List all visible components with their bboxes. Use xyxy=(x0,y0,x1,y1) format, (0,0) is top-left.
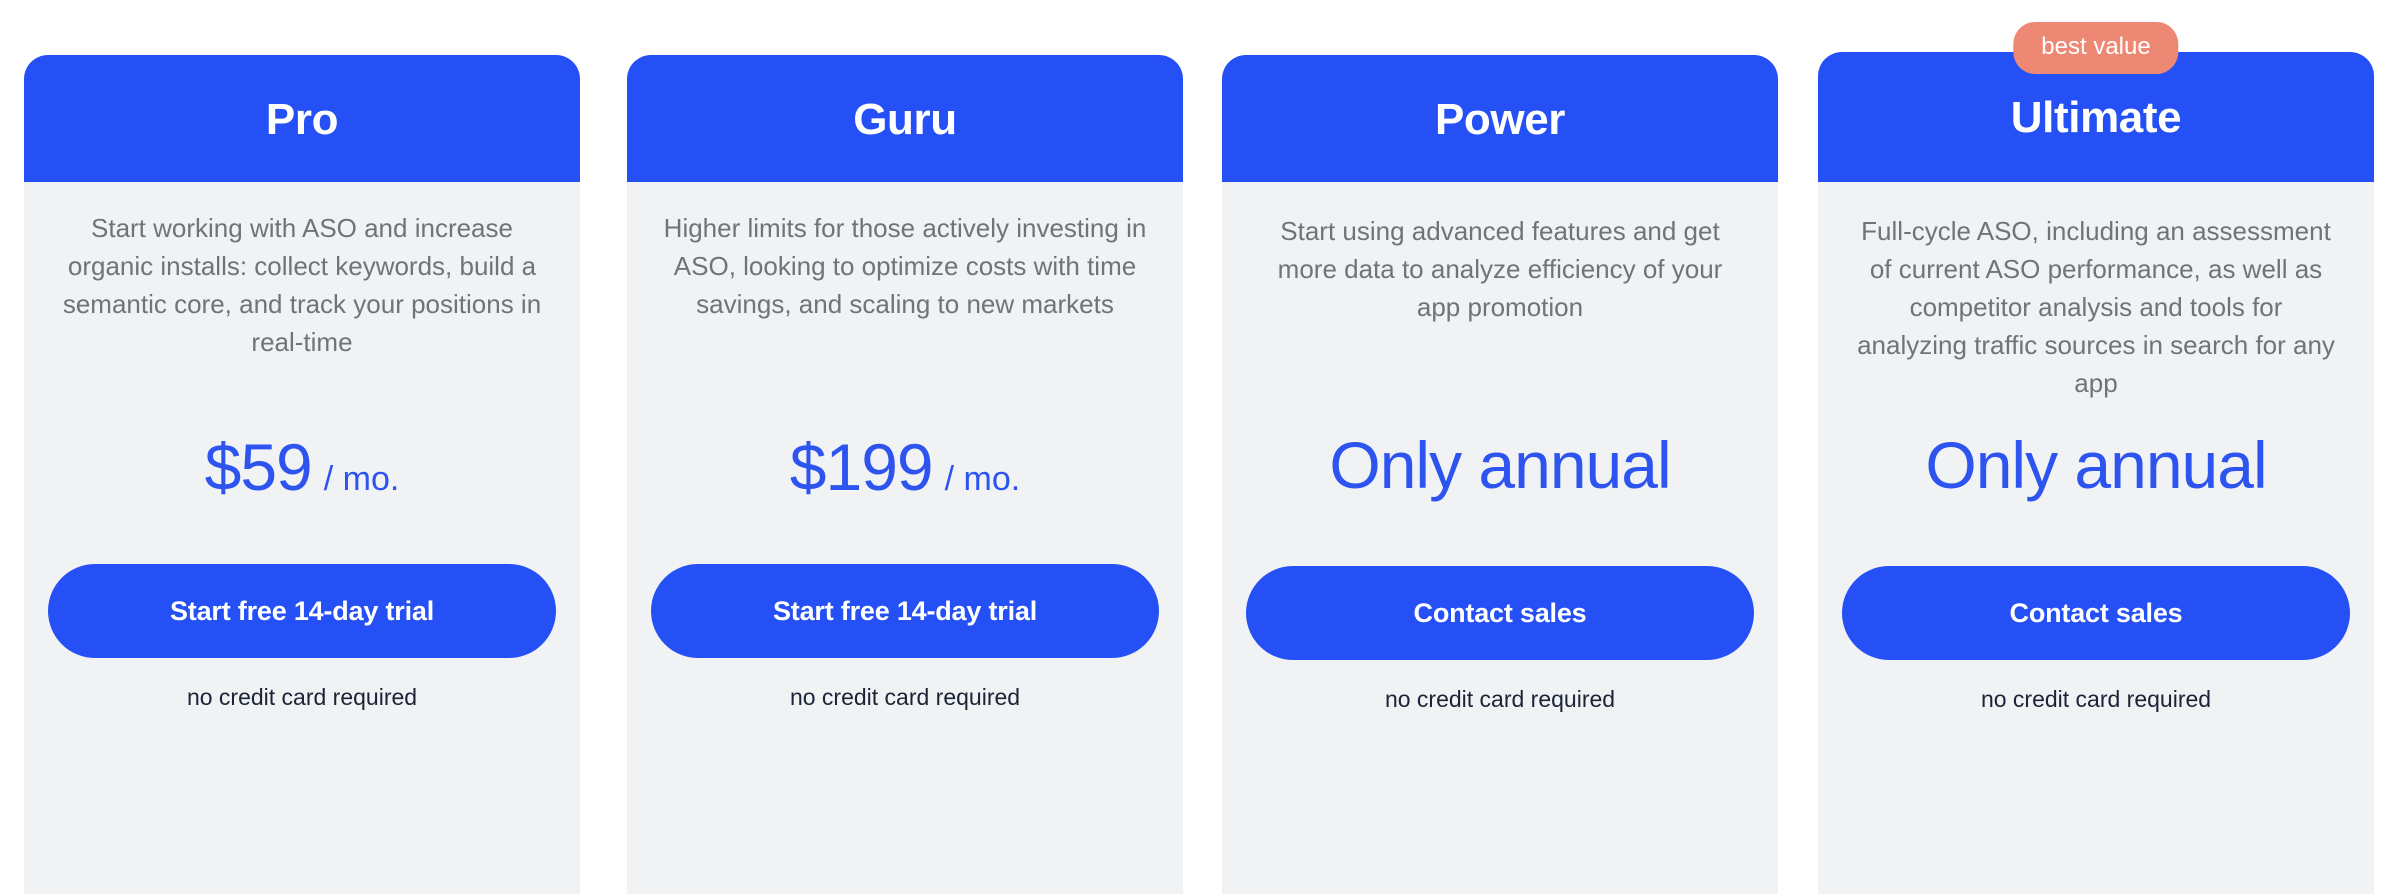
plan-title-pro: Pro xyxy=(265,94,339,144)
price-amount-ultimate: Only annual xyxy=(1925,428,2267,502)
price-period-pro: / mo. xyxy=(323,460,400,498)
card-header-ultimate: best value Ultimate xyxy=(1818,22,2374,182)
card-header-guru: Guru xyxy=(627,55,1183,182)
pricing-card-pro[interactable]: Pro Start working with ASO and increase … xyxy=(24,55,580,894)
plan-description-power: Start using advanced features and get mo… xyxy=(1277,216,1723,322)
cta-button-pro[interactable]: Start free 14-day trial xyxy=(48,564,556,658)
card-header-power: Power xyxy=(1222,55,1778,182)
plan-description-pro: Start working with ASO and increase orga… xyxy=(62,213,542,357)
price-period-guru: / mo. xyxy=(944,460,1021,498)
pricing-card-power[interactable]: Power Start using advanced features and … xyxy=(1222,55,1778,894)
price-row-guru: $199 / mo. xyxy=(627,434,1183,500)
price-row-power: Only annual xyxy=(1222,432,1778,498)
plan-description-ultimate: Full-cycle ASO, including an assessment … xyxy=(1857,216,2335,398)
price-amount-pro: $59 xyxy=(204,430,313,504)
price-amount-guru: $199 xyxy=(789,430,934,504)
card-body-ultimate: Full-cycle ASO, including an assessment … xyxy=(1818,182,2374,894)
cta-button-power[interactable]: Contact sales xyxy=(1246,566,1754,660)
price-amount-power: Only annual xyxy=(1329,428,1671,502)
plan-title-ultimate: Ultimate xyxy=(2010,93,2182,142)
plan-title-guru: Guru xyxy=(853,94,957,144)
best-value-badge: best value xyxy=(2013,22,2179,74)
card-note-pro: no credit card required xyxy=(186,684,418,710)
cta-button-guru[interactable]: Start free 14-day trial xyxy=(651,564,1159,658)
pricing-card-guru[interactable]: Guru Higher limits for those actively in… xyxy=(627,55,1183,894)
price-row-ultimate: Only annual xyxy=(1818,432,2374,498)
pricing-plans-container: Pro Start working with ASO and increase … xyxy=(0,0,2406,894)
card-header-pro: Pro xyxy=(24,55,580,182)
plan-title-power: Power xyxy=(1434,94,1566,144)
card-note-ultimate: no credit card required xyxy=(1980,686,2212,712)
card-body-pro: Start working with ASO and increase orga… xyxy=(24,182,580,894)
card-body-guru: Higher limits for those actively investi… xyxy=(627,182,1183,894)
card-note-power: no credit card required xyxy=(1384,686,1616,712)
card-note-guru: no credit card required xyxy=(789,684,1021,710)
plan-description-guru: Higher limits for those actively investi… xyxy=(663,213,1147,319)
price-row-pro: $59 / mo. xyxy=(24,434,580,500)
cta-button-ultimate[interactable]: Contact sales xyxy=(1842,566,2350,660)
pricing-card-ultimate[interactable]: best value Ultimate Full-cycle ASO, incl… xyxy=(1818,22,2374,894)
card-body-power: Start using advanced features and get mo… xyxy=(1222,182,1778,894)
